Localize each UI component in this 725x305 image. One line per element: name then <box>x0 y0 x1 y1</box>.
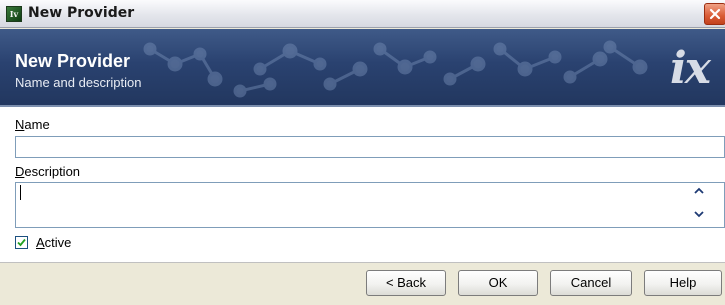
chevron-down-icon[interactable] <box>693 210 705 222</box>
name-label-mnemonic: N <box>15 117 25 132</box>
name-label: Name <box>15 117 50 132</box>
close-icon <box>709 8 721 20</box>
text-caret <box>20 185 21 200</box>
active-label-mnemonic: A <box>36 235 45 250</box>
name-input[interactable] <box>15 136 725 158</box>
chevron-up-icon[interactable] <box>693 187 705 199</box>
description-label: Description <box>15 164 80 179</box>
banner-title: New Provider <box>15 51 131 71</box>
help-button[interactable]: Help <box>644 270 722 296</box>
cancel-button[interactable]: Cancel <box>550 270 632 296</box>
window-title: New Provider <box>28 5 135 21</box>
title-bar: Iv New Provider <box>0 0 725 28</box>
app-icon: Iv <box>6 6 22 22</box>
active-label[interactable]: Active <box>36 235 71 250</box>
active-label-text: ctive <box>44 235 72 250</box>
checkmark-icon <box>17 238 26 247</box>
description-label-mnemonic: D <box>15 164 25 179</box>
active-checkbox[interactable] <box>15 236 28 249</box>
description-textarea[interactable] <box>15 182 725 228</box>
name-label-text: ame <box>24 117 50 132</box>
header-banner: New Provider Name and description ix <box>0 29 725 105</box>
banner-subtitle: Name and description <box>15 75 142 90</box>
description-label-text: escription <box>24 164 81 179</box>
ix-logo: ix <box>670 43 711 94</box>
close-button[interactable] <box>704 3 725 25</box>
ok-button[interactable]: OK <box>458 270 538 296</box>
back-button[interactable]: < Back <box>366 270 446 296</box>
